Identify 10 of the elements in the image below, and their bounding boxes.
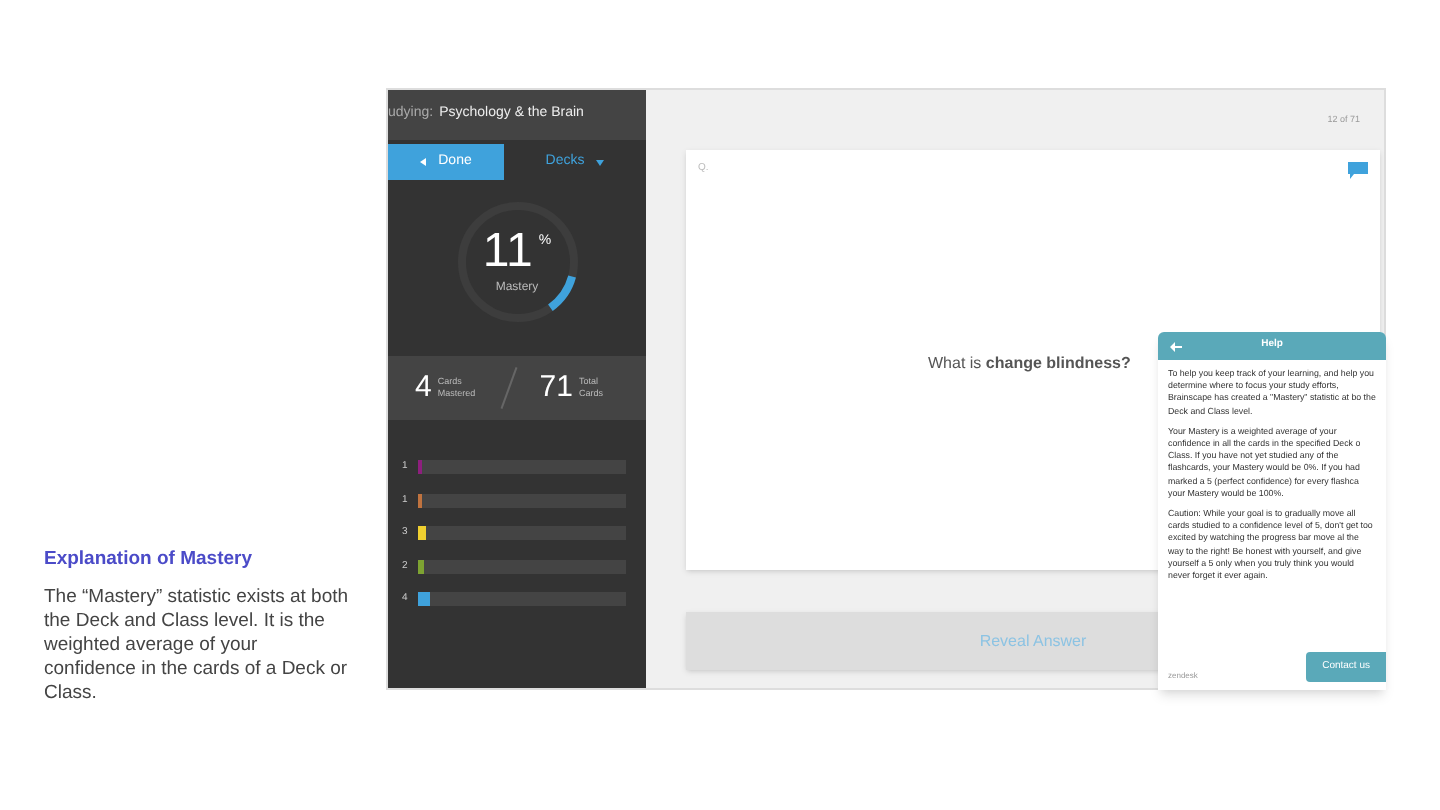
stat-value: 4: [414, 367, 432, 408]
question-text: What is change blindness?: [928, 352, 1131, 376]
stat-value: 71: [539, 367, 573, 408]
caption-text: The “Mastery” statistic exists at both the Deck and Class level. It is the weighted average of your confidence in the cards of a Deck or Class.: [44, 586, 351, 707]
back-arrow-icon[interactable]: [1170, 341, 1182, 351]
chat-icon[interactable]: [1348, 162, 1368, 180]
caret-icon: [596, 159, 605, 165]
caption-title: Explanation of Mastery: [44, 546, 254, 574]
caret-icon: [420, 158, 427, 166]
mastery-value: 11: [482, 227, 533, 275]
